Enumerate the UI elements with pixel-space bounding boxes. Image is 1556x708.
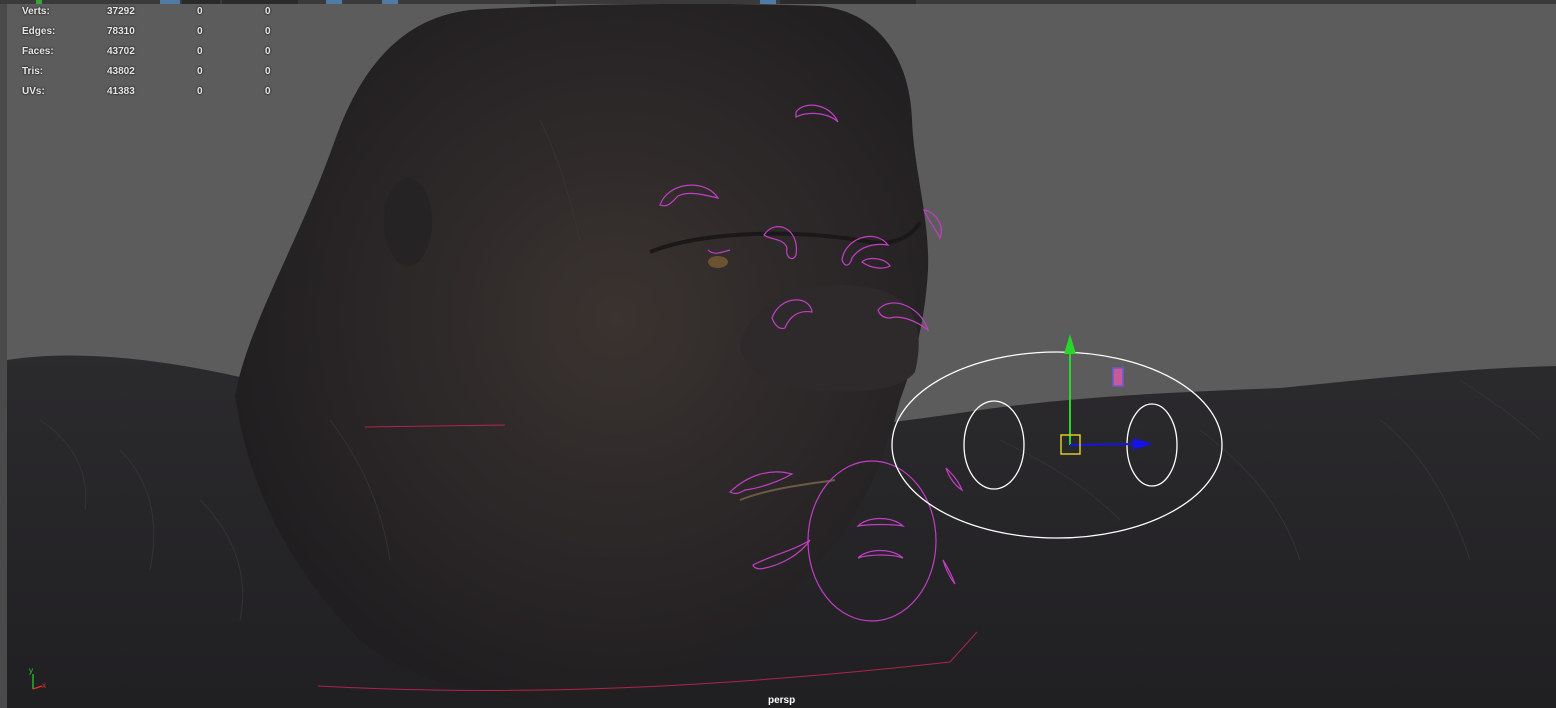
move-y-arrowhead[interactable]	[1064, 334, 1076, 354]
axis-gizmo-icon: y x	[29, 666, 46, 690]
gorilla-right-eye	[708, 256, 728, 268]
hud-selected: 0	[197, 66, 203, 77]
toolbar-button[interactable]	[326, 0, 342, 4]
toolbar-button[interactable]	[222, 0, 298, 4]
toolbar-button[interactable]	[182, 0, 220, 4]
hud-row-verts: Verts: 37292 0 0	[22, 5, 295, 25]
axis-y-label: y	[29, 666, 33, 675]
hud-third: 0	[265, 26, 271, 37]
hud-total: 78310	[107, 26, 135, 37]
hud-row-faces: Faces: 43702 0 0	[22, 45, 295, 65]
poly-count-hud: Verts: 37292 0 0 Edges: 78310 0 0 Faces:…	[22, 5, 295, 105]
toolbar-button[interactable]	[780, 0, 916, 4]
hud-selected: 0	[197, 86, 203, 97]
toolbar-button[interactable]	[760, 0, 776, 4]
toolbar-button[interactable]	[530, 0, 556, 4]
axis-x-line	[32, 685, 43, 690]
axis-x-label: x	[42, 681, 46, 690]
hud-total: 43702	[107, 46, 135, 57]
hud-total: 43802	[107, 66, 135, 77]
toolbar-button[interactable]	[382, 0, 398, 4]
hud-selected: 0	[197, 6, 203, 17]
hud-label: Faces:	[22, 46, 54, 57]
hud-label: UVs:	[22, 86, 45, 97]
maya-perspective-viewport[interactable]: Verts: 37292 0 0 Edges: 78310 0 0 Faces:…	[0, 0, 1556, 708]
hud-third: 0	[265, 86, 271, 97]
hud-rows: Verts: 37292 0 0 Edges: 78310 0 0 Faces:…	[22, 5, 295, 105]
move-z-handle-icon[interactable]	[1112, 367, 1124, 387]
hud-selected: 0	[197, 46, 203, 57]
hud-row-tris: Tris: 43802 0 0	[22, 65, 295, 85]
camera-label: persp	[768, 695, 796, 706]
hud-third: 0	[265, 66, 271, 77]
gorilla-left-ear	[384, 178, 432, 266]
hud-row-edges: Edges: 78310 0 0	[22, 25, 295, 45]
gorilla-scene[interactable]	[0, 0, 1556, 708]
toolbar-button[interactable]	[160, 0, 180, 4]
hud-total: 37292	[107, 6, 135, 17]
hud-third: 0	[265, 6, 271, 17]
hud-label: Tris:	[22, 66, 44, 77]
hud-total: 41383	[107, 86, 135, 97]
hud-label: Verts:	[22, 6, 50, 17]
hud-label: Edges:	[22, 26, 56, 37]
viewport-left-border	[0, 0, 7, 708]
toolbar-button[interactable]	[36, 0, 42, 4]
hud-selected: 0	[197, 26, 203, 37]
viewport-toolbar	[0, 0, 1556, 4]
hud-third: 0	[265, 46, 271, 57]
hud-row-uvs: UVs: 41383 0 0	[22, 85, 295, 105]
